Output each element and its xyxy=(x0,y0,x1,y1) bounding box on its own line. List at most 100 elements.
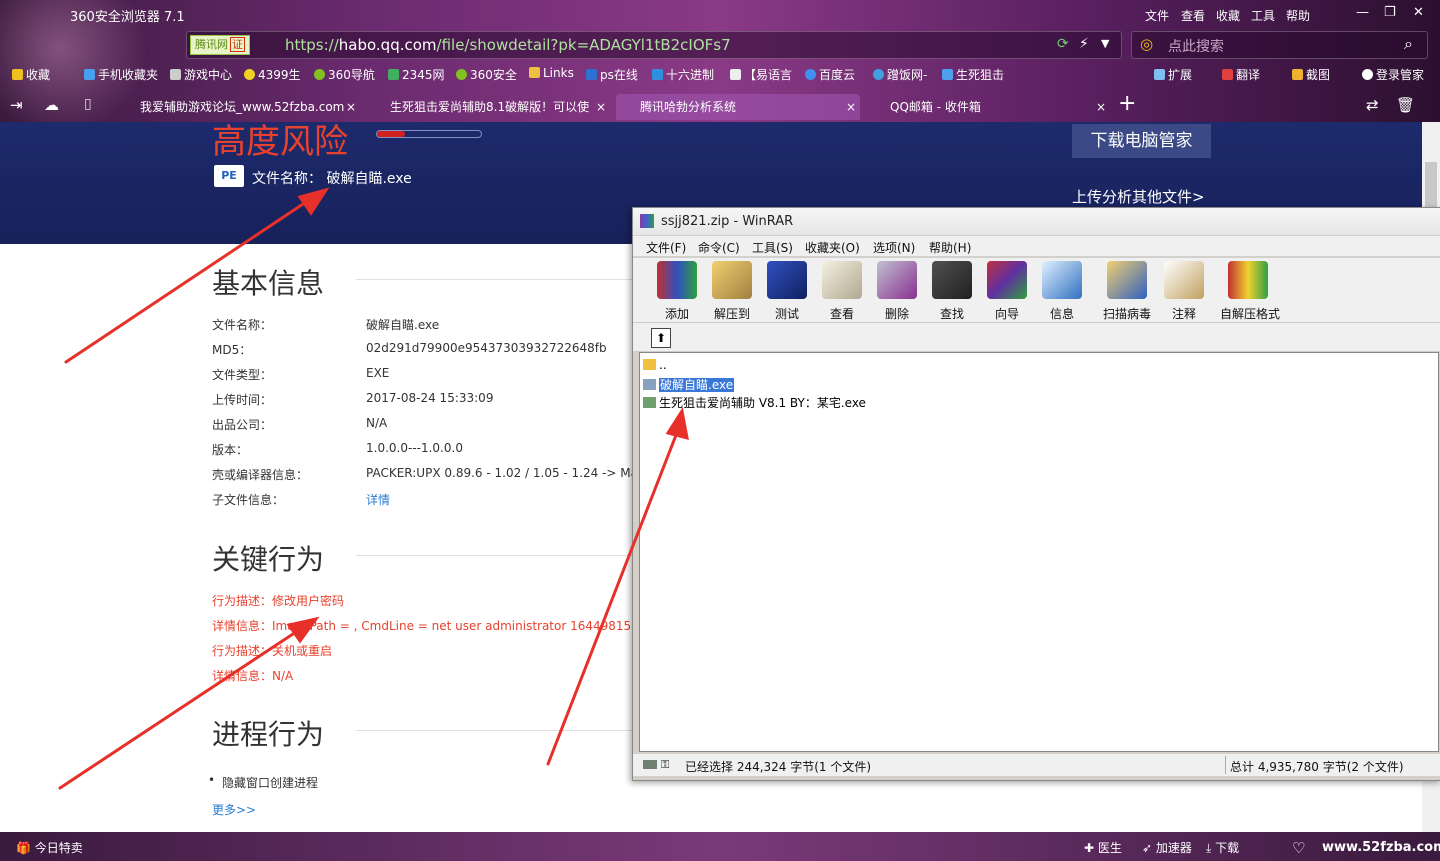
translate-button[interactable]: 翻译 xyxy=(1222,66,1260,83)
tab-habo[interactable]: 腾讯哈勃分析系统 × xyxy=(616,94,860,120)
menu-favorites[interactable]: 收藏 xyxy=(1216,7,1240,24)
tool-info[interactable]: 信息 xyxy=(1035,261,1089,322)
doctor-button[interactable]: ✚ 医生 xyxy=(1084,839,1122,856)
search-icon[interactable]: ⌕ xyxy=(1404,34,1413,54)
bookmark-hex[interactable]: 十六进制 xyxy=(652,66,714,83)
extensions-button[interactable]: 扩展 xyxy=(1154,66,1192,83)
search-box[interactable]: ◎ 点此搜索 ⌕ xyxy=(1131,31,1428,59)
menu-tools[interactable]: 工具 xyxy=(1251,7,1275,24)
winrar-titlebar[interactable]: ssjj821.zip - WinRAR xyxy=(633,208,1440,235)
behavior-line: 行为描述：关机或重启 xyxy=(212,644,333,658)
more-link[interactable]: 更多>> xyxy=(212,801,256,818)
list-item[interactable]: 破解自瞄.exe xyxy=(643,376,735,393)
info-icon xyxy=(1042,261,1082,299)
tool-test[interactable]: 测试 xyxy=(760,261,814,322)
pe-file-icon: PE xyxy=(214,165,244,187)
bookmark-mobile[interactable]: 手机收藏夹 xyxy=(84,66,158,83)
refresh-icon[interactable]: ⟳ xyxy=(1057,36,1069,52)
accelerator-button[interactable]: ➶ 加速器 xyxy=(1142,839,1192,856)
menu-file[interactable]: 文件 xyxy=(1145,7,1169,24)
phone-icon[interactable]: ▯ xyxy=(84,96,92,112)
subfile-detail-link[interactable]: 详情 xyxy=(366,491,390,508)
minimize-icon[interactable]: — xyxy=(1356,5,1369,20)
info-label: 壳或编译器信息： xyxy=(212,468,309,482)
bookmark-360safe[interactable]: 360安全 xyxy=(456,66,517,83)
winrar-menu-help[interactable]: 帮助(H) xyxy=(929,239,971,256)
close-icon[interactable]: × xyxy=(846,94,856,120)
bookmark-favorites[interactable]: 收藏 xyxy=(12,66,50,83)
tool-extract[interactable]: 解压到 xyxy=(705,261,759,322)
daily-deals-button[interactable]: 🎁 今日特卖 xyxy=(16,839,83,856)
tool-view[interactable]: 查看 xyxy=(815,261,869,322)
info-label: 出品公司： xyxy=(212,418,273,432)
bookmark-ssjj[interactable]: 生死狙击 xyxy=(942,66,1004,83)
sidebar-toggle-icon[interactable]: ⇥ xyxy=(10,96,23,114)
list-item[interactable]: 生死狙击爱尚辅助 V8.1 BY：某宅.exe xyxy=(643,394,866,411)
info-value: 破解自瞄.exe xyxy=(366,318,440,332)
url-text[interactable]: https://habo.qq.com/file/showdetail?pk=A… xyxy=(285,36,731,54)
menu-view[interactable]: 查看 xyxy=(1181,7,1205,24)
winrar-menu-options[interactable]: 选项(N) xyxy=(873,239,915,256)
bookmark-4399[interactable]: 4399生 xyxy=(244,66,301,83)
close-icon[interactable]: ✕ xyxy=(1413,5,1424,20)
tab-qqmail[interactable]: QQ邮箱 - 收件箱 × xyxy=(866,94,1110,120)
risk-meter xyxy=(376,130,482,138)
tool-delete[interactable]: 删除 xyxy=(870,261,924,322)
bookmark-baiduyun[interactable]: 百度云 xyxy=(805,66,855,83)
search-input[interactable]: 点此搜索 xyxy=(1168,36,1224,56)
info-value: 02d291d79900e95437303932722648fb xyxy=(366,341,607,355)
bookmark-games[interactable]: 游戏中心 xyxy=(170,66,232,83)
screenshot-button[interactable]: 截图 xyxy=(1292,66,1330,83)
tool-sfx[interactable]: 自解压格式 xyxy=(1220,261,1280,322)
tool-virus-scan[interactable]: 扫描病毒 xyxy=(1100,261,1154,322)
restore-icon[interactable]: ❐ xyxy=(1384,5,1396,20)
winrar-menu-favorites[interactable]: 收藏夹(O) xyxy=(805,239,860,256)
bookmark-2345[interactable]: 2345网 xyxy=(388,66,445,83)
lightning-icon[interactable]: ⚡ xyxy=(1079,36,1089,52)
winrar-window[interactable]: ssjj821.zip - WinRAR 文件(F) 命令(C) 工具(S) 收… xyxy=(632,207,1440,781)
swap-icon[interactable]: ⇄ xyxy=(1366,96,1379,114)
info-label: 文件名称： xyxy=(212,318,273,332)
trash-icon[interactable]: 🗑 xyxy=(1396,96,1415,114)
winrar-menu-tools[interactable]: 工具(S) xyxy=(752,239,793,256)
chevron-down-icon[interactable]: ▼ xyxy=(1101,37,1109,50)
close-icon[interactable]: × xyxy=(1096,94,1106,120)
winrar-menu-file[interactable]: 文件(F) xyxy=(646,239,686,256)
exe-file-icon xyxy=(643,397,656,408)
cloud-icon[interactable]: ☁ xyxy=(44,96,59,114)
info-value: EXE xyxy=(366,366,390,380)
search-engine-icon[interactable]: ◎ xyxy=(1140,35,1153,53)
new-tab-button[interactable]: + xyxy=(1118,91,1136,116)
divider xyxy=(356,555,636,556)
winrar-file-list[interactable]: .. 破解自瞄.exe 生死狙击爱尚辅助 V8.1 BY：某宅.exe xyxy=(639,352,1439,752)
menu-help[interactable]: 帮助 xyxy=(1286,7,1310,24)
up-folder-button[interactable]: ⬆ xyxy=(651,328,671,348)
bookmark-eyuyan[interactable]: 【易语言 xyxy=(730,66,792,83)
bookmark-cengfan[interactable]: 蹭饭网- xyxy=(873,66,927,83)
bookmark-links[interactable]: Links xyxy=(529,66,574,80)
tool-comment[interactable]: 注释 xyxy=(1157,261,1211,322)
tab-ssjj[interactable]: 生死狙击爱尚辅助8.1破解版！可以使 × xyxy=(366,94,610,120)
key-icon: ⚿ xyxy=(661,758,670,771)
key-behavior-title: 关键行为 xyxy=(212,543,325,576)
info-label: 子文件信息： xyxy=(212,493,285,507)
bookmark-360nav[interactable]: 360导航 xyxy=(314,66,375,83)
address-bar[interactable]: 腾讯网证 https://habo.qq.com/file/showdetail… xyxy=(186,31,1122,59)
login-button[interactable]: 登录管家 xyxy=(1362,66,1424,83)
heart-icon[interactable]: ♡ xyxy=(1292,839,1305,857)
bookmark-ps[interactable]: ps在线 xyxy=(586,66,638,83)
tool-add[interactable]: 添加 xyxy=(650,261,704,322)
download-button[interactable]: ⤓ 下载 xyxy=(1206,839,1239,856)
upload-other-link[interactable]: 上传分析其他文件> xyxy=(1072,186,1205,207)
list-item[interactable]: .. xyxy=(643,358,667,372)
close-icon[interactable]: × xyxy=(596,94,606,120)
tool-wizard[interactable]: 向导 xyxy=(980,261,1034,322)
tool-find[interactable]: 查找 xyxy=(925,261,979,322)
behavior-line: 详情信息：N/A xyxy=(212,669,294,683)
winrar-menu-command[interactable]: 命令(C) xyxy=(698,239,740,256)
info-value: PACKER:UPX 0.89.6 - 1.02 / 1.05 - 1.24 -… xyxy=(366,466,632,480)
site-badge[interactable]: 腾讯网证 xyxy=(190,35,250,55)
basic-info-title: 基本信息 xyxy=(212,267,325,300)
download-pc-manager-button[interactable]: 下载电脑管家 xyxy=(1072,124,1211,158)
virus-scan-icon xyxy=(1107,261,1147,299)
